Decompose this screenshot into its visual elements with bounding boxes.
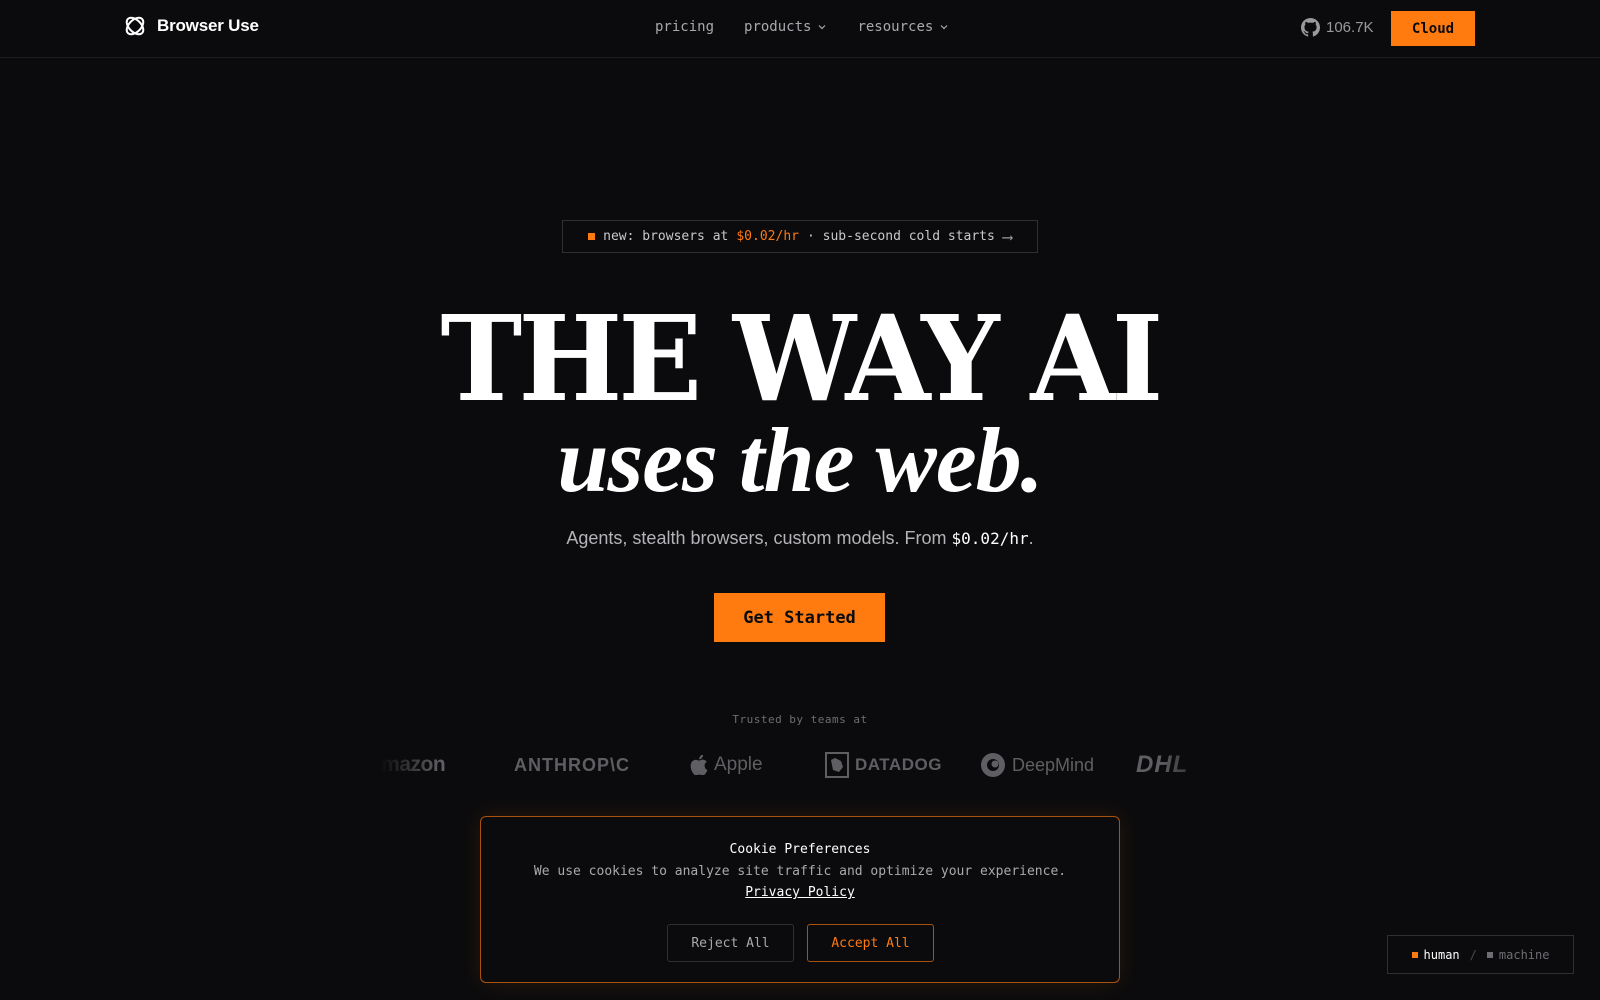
apple-logo-text: Apple: [714, 754, 763, 775]
logo-fade-left: [380, 745, 440, 785]
github-stars-link[interactable]: 106.7K: [1301, 18, 1374, 37]
nav-pricing[interactable]: pricing: [655, 19, 714, 35]
anthropic-logo: ANTHROP\C: [514, 754, 630, 775]
announcement-prefix: new: browsers at: [603, 229, 729, 244]
announcement-banner[interactable]: new: browsers at $0.02/hr · sub-second c…: [562, 220, 1038, 253]
announcement-suffix: · sub-second cold starts: [806, 229, 995, 244]
accept-all-button[interactable]: Accept All: [807, 924, 934, 962]
datadog-dog-icon: [825, 752, 849, 778]
brand[interactable]: Browser Use: [123, 14, 259, 38]
mode-human-option[interactable]: human: [1411, 947, 1460, 962]
logo-strip: amazon ANTHROP\C Apple DATADOG DeepMind …: [380, 748, 1220, 782]
orange-square-icon: [1411, 951, 1418, 958]
apple-icon: [690, 755, 708, 775]
get-started-button[interactable]: Get Started: [714, 593, 885, 642]
hero-subtitle-end: .: [1028, 528, 1034, 548]
reject-all-button[interactable]: Reject All: [667, 924, 794, 962]
deepmind-icon: [981, 753, 1005, 777]
top-nav: Browser Use pricing products resources 1…: [0, 0, 1600, 58]
mode-machine-label: machine: [1498, 947, 1550, 962]
cookie-text: We use cookies to analyze site traffic a…: [533, 864, 1067, 879]
browser-use-logo-icon: [125, 16, 145, 36]
nav-resources-label: resources: [857, 19, 934, 35]
github-icon: [1301, 18, 1320, 37]
trusted-label: Trusted by teams at: [732, 713, 868, 726]
chevron-down-icon: [940, 25, 948, 30]
nav-products-label: products: [744, 19, 812, 35]
hero-subtitle-text: Agents, stealth browsers, custom models.…: [566, 528, 952, 548]
nav-resources[interactable]: resources: [857, 19, 949, 35]
datadog-logo-text: DATADOG: [855, 755, 942, 774]
mode-human-label: human: [1423, 947, 1460, 962]
privacy-policy-link[interactable]: Privacy Policy: [481, 885, 1119, 900]
nav-products[interactable]: products: [744, 19, 827, 35]
deepmind-logo-text: DeepMind: [1012, 754, 1095, 775]
logo-fade-right: [1160, 745, 1220, 785]
nav-links: pricing products resources: [655, 19, 949, 35]
mode-toggle: human / machine: [1387, 935, 1574, 974]
hero-headline: THE WAY AI: [440, 289, 1164, 428]
mode-machine-option[interactable]: machine: [1486, 947, 1550, 962]
announcement-price: $0.02/hr: [736, 229, 799, 244]
chevron-down-icon: [819, 25, 826, 30]
cloud-button[interactable]: Cloud: [1391, 11, 1475, 46]
hero-headline-italic: uses the web.: [557, 409, 1043, 511]
brand-name: Browser Use: [157, 16, 259, 35]
grey-square-icon: [1486, 951, 1493, 958]
nav-pricing-label: pricing: [655, 19, 715, 35]
arrow-right-icon: ⟶: [1002, 227, 1012, 246]
deepmind-logo: DeepMind: [980, 748, 1094, 782]
orange-square-icon: [588, 233, 596, 240]
datadog-logo: DATADOG: [825, 748, 942, 782]
github-star-count: 106.7K: [1326, 19, 1374, 36]
mode-separator: /: [1469, 947, 1477, 962]
hero-subtitle: Agents, stealth browsers, custom models.…: [0, 528, 1600, 549]
cookie-title: Cookie Preferences: [729, 842, 871, 857]
hero-subtitle-price: $0.02/hr: [951, 529, 1029, 548]
apple-logo: Apple: [690, 748, 763, 782]
cookie-banner: Cookie Preferences We use cookies to ana…: [480, 816, 1120, 983]
